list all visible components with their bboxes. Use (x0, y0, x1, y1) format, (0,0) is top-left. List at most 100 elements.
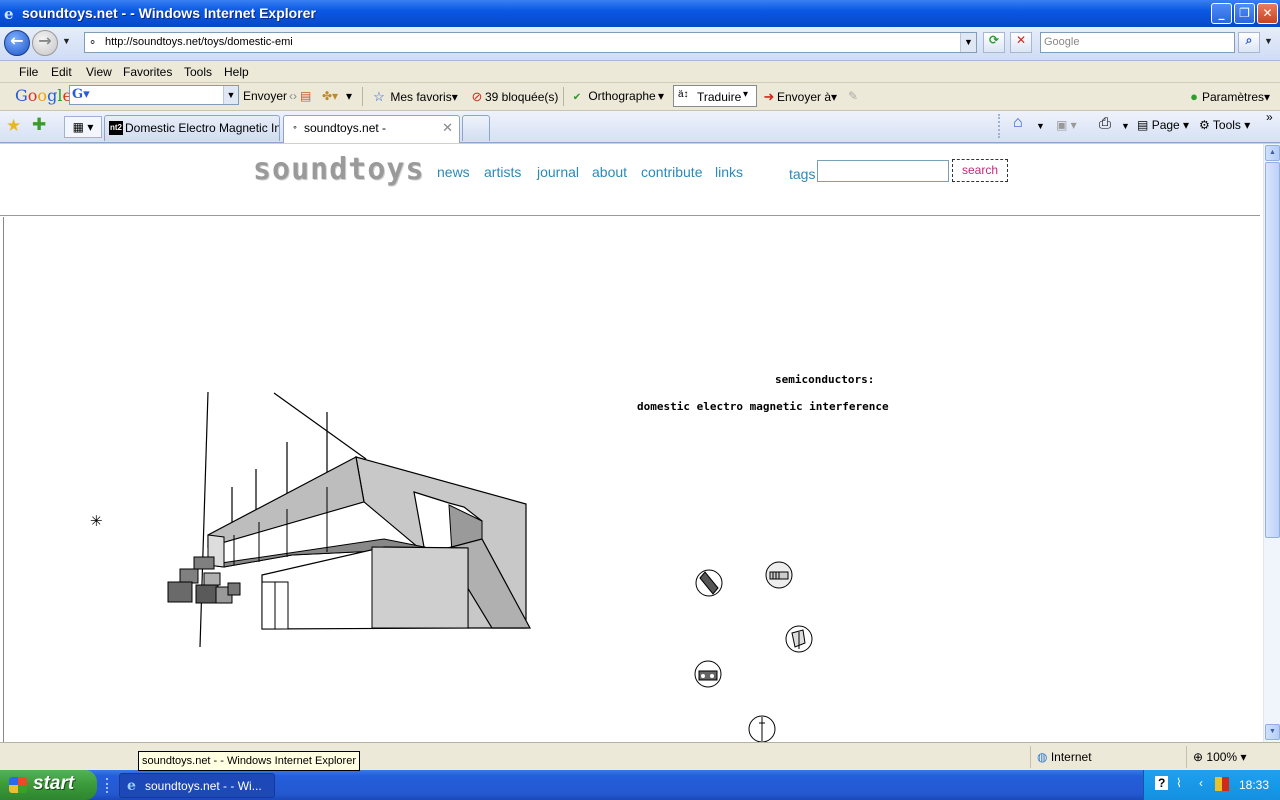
nav-journal[interactable]: journal (537, 164, 579, 180)
nav-about[interactable]: about (592, 164, 627, 180)
vertical-scrollbar[interactable]: ▲ ▼ (1263, 144, 1280, 742)
back-button[interactable]: ← (4, 30, 30, 56)
print-icon[interactable]: ⎙ (1099, 115, 1111, 132)
address-dropdown[interactable]: ▼ (960, 33, 976, 52)
close-button[interactable]: ✕ (1257, 3, 1278, 24)
spellcheck-icon: ✔ (572, 92, 582, 103)
tags-search-button[interactable]: search (952, 159, 1008, 182)
google-logo: Google (15, 86, 72, 105)
address-toolbar: ← → ▼ ⚬ http://soundtoys.net/toys/domest… (0, 27, 1280, 61)
forward-arrow-icon: → (38, 31, 52, 50)
chevrons-icon[interactable]: » (1266, 110, 1273, 124)
house-drawing (167, 391, 532, 648)
antenna-knob-icon[interactable] (746, 713, 778, 742)
google-search-input[interactable]: G▾ ▼ (69, 85, 239, 105)
new-tab-button[interactable] (462, 115, 490, 141)
flash-artwork[interactable]: semiconductors: domestic electro magneti… (3, 217, 1260, 742)
toolbar-grip-icon: ‹› (289, 89, 297, 103)
forward-button[interactable]: → (32, 30, 58, 56)
menu-view[interactable]: View (86, 65, 112, 79)
start-button[interactable]: start (0, 770, 97, 800)
home-icon[interactable]: ⌂ (1013, 114, 1023, 132)
add-favorite-icon[interactable]: ✚ (32, 115, 46, 135)
pencil-knob-icon[interactable] (694, 568, 724, 598)
translate-label: Traduire (697, 90, 742, 104)
tab-domestic-emi[interactable]: nt2 Domestic Electro Magnetic In... (104, 115, 280, 141)
quick-tabs-button[interactable]: ▦ ▾ (64, 116, 102, 138)
network-icon[interactable]: ⌇ (1176, 776, 1182, 790)
page-icon: ▤ (1137, 118, 1149, 132)
maximize-button[interactable]: ❐ (1234, 3, 1255, 24)
menu-tools[interactable]: Tools (184, 65, 212, 79)
search-options-dropdown[interactable]: ▼ (1264, 36, 1273, 46)
spellcheck-button[interactable]: ✔ Orthographe (569, 89, 656, 103)
nav-contribute[interactable]: contribute (641, 164, 702, 180)
send-to-button[interactable]: ➜ Envoyer à▾ (761, 89, 838, 105)
tab-title: Domestic Electro Magnetic In... (125, 121, 280, 135)
address-url: http://soundtoys.net/toys/domestic-emi (105, 36, 293, 48)
tab-soundtoys-active[interactable]: ⚬ soundtoys.net - ✕ (283, 115, 460, 143)
radio-knob-icon[interactable] (763, 560, 795, 590)
puzzle-icon[interactable]: ✤▾ (322, 89, 338, 103)
scroll-up-button[interactable]: ▲ (1265, 145, 1280, 161)
spellcheck-dropdown[interactable]: ▾ (658, 89, 664, 103)
stop-button[interactable]: ✕ (1010, 32, 1032, 53)
menu-edit[interactable]: Edit (51, 65, 72, 79)
site-logo[interactable]: soundtoys (253, 152, 425, 187)
tray-expand-icon[interactable]: ‹ (1199, 776, 1203, 790)
help-icon[interactable]: ? (1155, 776, 1169, 790)
page-menu-label: Page (1151, 118, 1180, 132)
tab-bar: ★ ✚ ▦ ▾ nt2 Domestic Electro Magnetic In… (0, 110, 1280, 143)
feeds-icon[interactable]: ▣ ▾ (1056, 118, 1077, 132)
nav-links[interactable]: links (715, 164, 743, 180)
scroll-down-button[interactable]: ▼ (1265, 724, 1280, 740)
print-dropdown[interactable]: ▼ (1121, 121, 1130, 131)
lamp-knob-icon[interactable] (783, 623, 815, 655)
search-go-button[interactable]: ⌕ (1238, 32, 1260, 53)
settings-label: Paramètres (1202, 90, 1265, 104)
home-dropdown[interactable]: ▼ (1036, 121, 1045, 131)
artwork-subtitle: domestic electro magnetic interference (637, 400, 889, 413)
google-search-dropdown[interactable]: ▼ (223, 86, 238, 104)
security-zone[interactable]: ◍ Internet (1030, 746, 1184, 768)
zoom-control[interactable]: ⊕ 100% ▾ (1186, 746, 1266, 768)
artwork-heading: semiconductors: (775, 373, 875, 386)
address-field[interactable]: ⚬ http://soundtoys.net/toys/domestic-emi… (84, 32, 977, 53)
taskbar-item-label: soundtoys.net - - Wi... (145, 779, 262, 793)
zone-label: Internet (1050, 750, 1092, 764)
refresh-button[interactable]: ⟳ (983, 32, 1005, 53)
zoom-label: 100% (1206, 750, 1238, 764)
settings-button[interactable]: ● Paramètres▾ (1186, 89, 1270, 104)
more-arrow-icon[interactable]: ▾ (346, 89, 352, 103)
zoom-icon: ⊕ (1193, 750, 1204, 764)
gear-icon: ⚙ (1199, 118, 1210, 132)
appliance-knob-icon[interactable] (692, 658, 724, 690)
translate-dropdown[interactable]: ▾ (743, 89, 748, 100)
news-icon[interactable]: ▤ (300, 89, 311, 103)
google-send-button[interactable]: Envoyer (243, 89, 287, 103)
recent-pages-dropdown[interactable]: ▼ (62, 36, 71, 46)
highlighter-icon[interactable]: ✎ (848, 89, 858, 103)
nav-news[interactable]: news (437, 164, 470, 180)
language-flag-icon[interactable] (1215, 777, 1229, 791)
nav-artists[interactable]: artists (484, 164, 521, 180)
spellcheck-label: Orthographe (588, 89, 656, 103)
live-search-input[interactable]: Google (1040, 32, 1235, 53)
favorites-center-star-icon[interactable]: ★ (6, 116, 21, 136)
menu-file[interactable]: File (19, 65, 38, 79)
tags-search-input[interactable] (817, 160, 949, 182)
scroll-thumb[interactable] (1265, 162, 1280, 538)
tools-menu-label: Tools (1212, 118, 1241, 132)
popup-blocker-button[interactable]: ⊘ 39 bloquée(s) (469, 89, 559, 105)
menu-help[interactable]: Help (224, 65, 249, 79)
bookmarks-button[interactable]: ☆ Mes favoris▾ (371, 89, 458, 105)
tools-menu-button[interactable]: ⚙ Tools ▾ (1199, 118, 1250, 132)
page-menu-button[interactable]: ▤ Page ▾ (1137, 118, 1189, 132)
menu-favorites[interactable]: Favorites (123, 65, 172, 79)
back-arrow-icon: ← (10, 31, 24, 50)
tab-close-icon[interactable]: ✕ (442, 120, 453, 136)
menu-bar: File Edit View Favorites Tools Help (0, 61, 1280, 83)
taskbar-ie-window[interactable]: e soundtoys.net - - Wi... (119, 773, 275, 798)
translate-button[interactable]: ä↕ Traduire ▾ (673, 85, 757, 107)
minimize-button[interactable]: _ (1211, 3, 1232, 24)
